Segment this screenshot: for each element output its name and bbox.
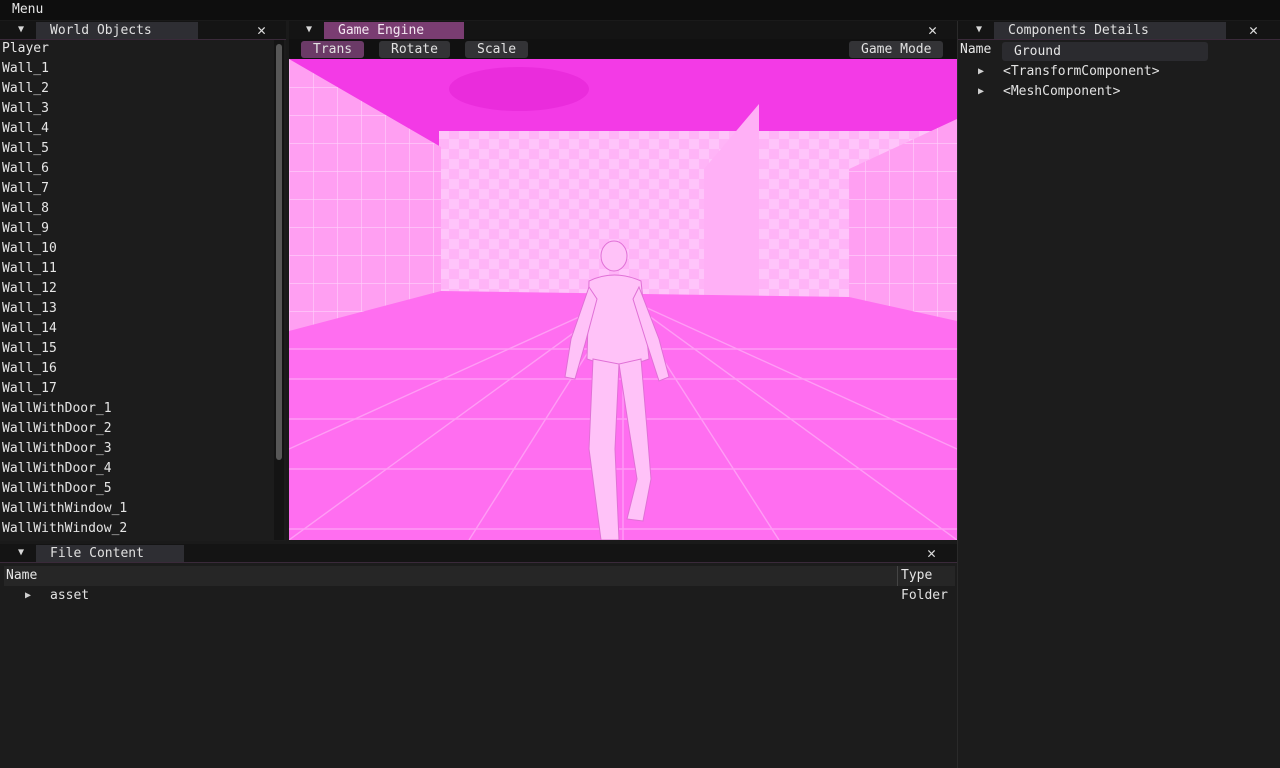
list-item[interactable]: Wall_9 xyxy=(0,219,272,239)
game-mode-button[interactable]: Game Mode xyxy=(849,41,944,58)
list-item[interactable]: Wall_8 xyxy=(0,199,272,219)
components-tabbar: ▼ Components Details ✕ xyxy=(958,21,1280,40)
scale-button[interactable]: Scale xyxy=(465,41,529,58)
panel-menu-icon[interactable]: ▼ xyxy=(18,547,24,559)
column-divider[interactable] xyxy=(897,566,898,586)
list-item[interactable]: Wall_2 xyxy=(0,79,272,99)
list-item[interactable]: WallWithDoor_4 xyxy=(0,459,272,479)
game-engine-panel: ▼ Game Engine ✕ Trans Rotate Scale Game … xyxy=(289,21,957,540)
world-objects-list: Player Wall_1 Wall_2 Wall_3 Wall_4 Wall_5 Wall… xyxy=(0,39,272,541)
world-objects-tabbar: ▼ World Objects ✕ xyxy=(0,21,286,40)
triangle-right-icon[interactable]: ▶ xyxy=(978,66,984,78)
triangle-right-icon[interactable]: ▶ xyxy=(25,589,31,603)
list-item[interactable]: Wall_3 xyxy=(0,99,272,119)
table-row[interactable]: ▶ asset Folder xyxy=(4,586,955,606)
components-details-panel: ▼ Components Details ✕ Name ▶ <TransformC… xyxy=(958,21,1280,768)
panel-menu-icon[interactable]: ▼ xyxy=(306,24,312,36)
rotate-button[interactable]: Rotate xyxy=(379,41,450,58)
scrollbar-thumb[interactable] xyxy=(276,44,282,460)
panel-divider[interactable] xyxy=(957,21,958,768)
column-header-name[interactable]: Name xyxy=(6,566,37,586)
list-item[interactable]: WallWithDoor_3 xyxy=(0,439,272,459)
list-item[interactable]: WallWithDoor_5 xyxy=(0,479,272,499)
list-item[interactable]: Wall_14 xyxy=(0,319,272,339)
column-header-type[interactable]: Type xyxy=(901,566,932,586)
scene-render xyxy=(289,59,957,540)
list-item[interactable]: Wall_13 xyxy=(0,299,272,319)
close-icon[interactable]: ✕ xyxy=(928,22,937,39)
file-content-panel: ▼ File Content ✕ Name Type ▶ asset Folde… xyxy=(0,544,957,768)
tab-file-content[interactable]: File Content xyxy=(36,545,184,562)
game-engine-tabbar: ▼ Game Engine ✕ xyxy=(289,21,957,40)
name-field[interactable] xyxy=(1002,42,1208,61)
trans-button[interactable]: Trans xyxy=(301,41,365,58)
close-icon[interactable]: ✕ xyxy=(257,22,266,39)
file-content-tabbar: ▼ File Content ✕ xyxy=(0,544,957,563)
world-objects-panel: ▼ World Objects ✕ Player Wall_1 Wall_2 Wall… xyxy=(0,21,286,541)
list-item[interactable]: Wall_11 xyxy=(0,259,272,279)
list-item[interactable]: Wall_4 xyxy=(0,119,272,139)
list-item[interactable]: Wall_7 xyxy=(0,179,272,199)
name-label: Name xyxy=(960,42,992,57)
file-type: Folder xyxy=(901,588,948,603)
game-viewport[interactable] xyxy=(289,59,957,540)
list-item[interactable]: WallWithDoor_2 xyxy=(0,419,272,439)
component-name: <TransformComponent> xyxy=(1003,64,1160,79)
list-item[interactable]: WallWithWindow_2 xyxy=(0,519,272,539)
list-item[interactable]: Wall_5 xyxy=(0,139,272,159)
panel-menu-icon[interactable]: ▼ xyxy=(976,24,982,36)
file-name: asset xyxy=(50,588,90,603)
panel-menu-icon[interactable]: ▼ xyxy=(18,24,24,36)
list-item[interactable]: Wall_12 xyxy=(0,279,272,299)
file-table-header: Name Type xyxy=(4,566,955,586)
menu-bar: Menu xyxy=(0,0,1280,20)
triangle-right-icon[interactable]: ▶ xyxy=(978,86,984,98)
close-icon[interactable]: ✕ xyxy=(927,545,936,562)
tab-world-objects[interactable]: World Objects xyxy=(36,22,198,39)
list-item[interactable]: WallWithWindow_1 xyxy=(0,499,272,519)
list-item[interactable]: Wall_10 xyxy=(0,239,272,259)
menu-button[interactable]: Menu xyxy=(12,2,43,18)
list-item[interactable]: Wall_6 xyxy=(0,159,272,179)
tab-components-details[interactable]: Components Details xyxy=(994,22,1226,39)
list-item[interactable]: Wall_15 xyxy=(0,339,272,359)
transform-toolbar: Trans Rotate Scale Game Mode xyxy=(289,39,957,59)
list-item[interactable]: Wall_17 xyxy=(0,379,272,399)
list-item[interactable]: WallWithDoor_1 xyxy=(0,399,272,419)
tab-game-engine[interactable]: Game Engine xyxy=(324,22,464,39)
component-name: <MeshComponent> xyxy=(1003,84,1121,99)
list-item[interactable]: Wall_16 xyxy=(0,359,272,379)
cloud xyxy=(449,67,589,111)
list-item[interactable]: Player xyxy=(0,39,272,59)
close-icon[interactable]: ✕ xyxy=(1249,22,1258,39)
list-item[interactable]: Wall_1 xyxy=(0,59,272,79)
